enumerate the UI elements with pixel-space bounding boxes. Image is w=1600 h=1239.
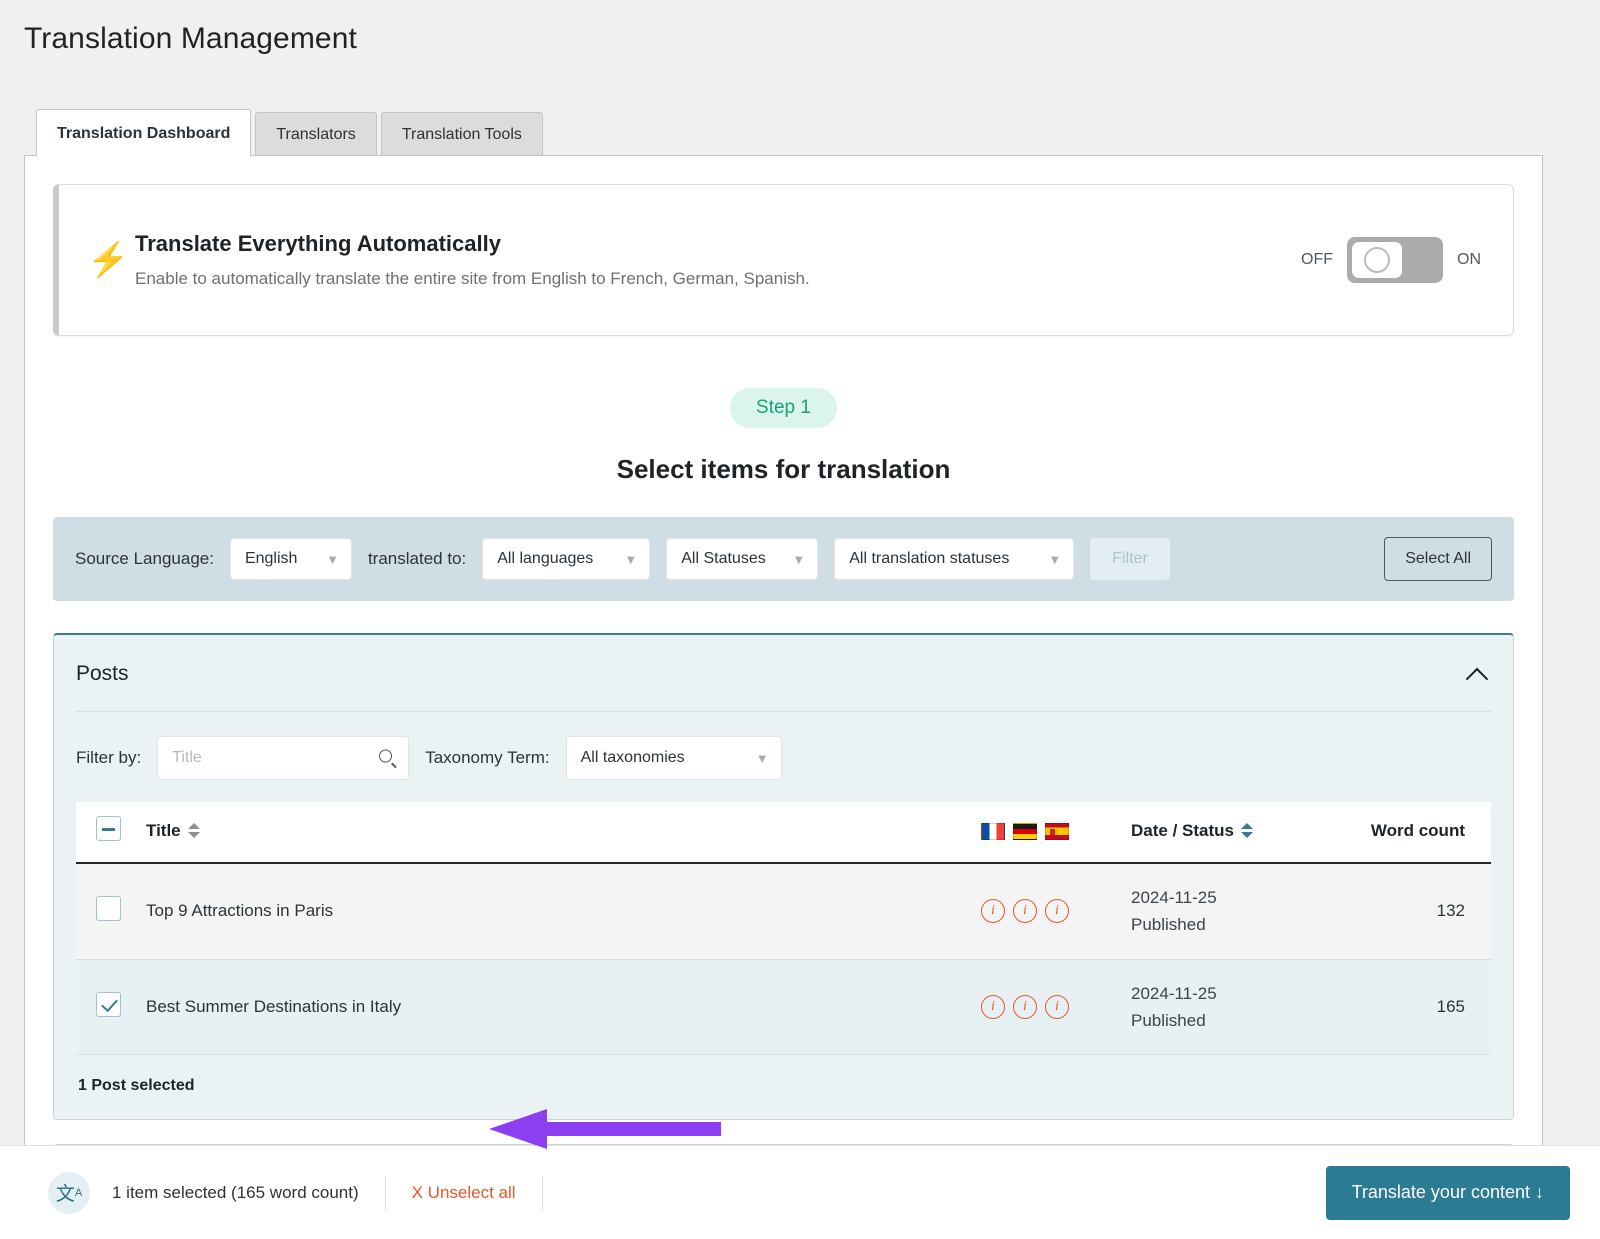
chevron-down-icon: ▼	[755, 750, 769, 766]
chevron-down-icon: ▼	[1048, 551, 1062, 567]
chevron-down-icon: ▼	[792, 551, 806, 567]
toggle-on-label: ON	[1457, 251, 1481, 269]
search-icon	[379, 749, 396, 767]
title-search-box[interactable]	[157, 736, 410, 781]
posts-table: Title Date / Status Word count Top 9 Att…	[76, 802, 1491, 1055]
table-row[interactable]: Top 9 Attractions in Paris i i i 2024-11…	[76, 863, 1491, 960]
table-header-row: Title Date / Status Word count	[76, 802, 1491, 865]
chevron-down-icon: ▼	[624, 551, 638, 567]
header-select-all-cell	[76, 802, 146, 865]
translate-icon: 文A	[48, 1171, 90, 1214]
row-checkbox-cell	[76, 863, 146, 960]
posts-panel-header: Posts	[76, 635, 1491, 713]
row-info-cell: i i i	[981, 863, 1131, 960]
header-word-count-cell: Word count	[1351, 802, 1491, 865]
info-icon[interactable]: i	[1045, 899, 1069, 924]
translation-info-icons: i i i	[981, 994, 1131, 1019]
languages-value: All languages	[497, 550, 594, 568]
sort-icon[interactable]	[187, 822, 200, 839]
languages-select[interactable]: All languages ▼	[482, 538, 651, 581]
statuses-value: All Statuses	[681, 550, 766, 568]
translate-everything-banner: ⚡ Translate Everything Automatically Ena…	[53, 184, 1514, 337]
step-badge: Step 1	[730, 388, 837, 429]
row-info-cell: i i i	[981, 959, 1131, 1055]
flag-es-icon	[1045, 822, 1069, 840]
header-flags-cell	[981, 802, 1131, 865]
sort-icon[interactable]	[1240, 822, 1253, 839]
row-checkbox[interactable]	[96, 896, 121, 922]
info-icon[interactable]: i	[1045, 994, 1069, 1019]
source-language-label: Source Language:	[75, 549, 214, 569]
filter-bar: Source Language: English ▼ translated to…	[53, 517, 1514, 602]
unselect-all-link[interactable]: X Unselect all	[386, 1175, 543, 1210]
selection-summary: 1 item selected (165 word count)	[90, 1175, 386, 1210]
row-date-status-cell: 2024-11-25 Published	[1131, 863, 1351, 960]
row-checkbox[interactable]	[96, 991, 121, 1017]
table-row[interactable]: Best Summer Destinations in Italy i i i …	[76, 959, 1491, 1055]
translate-your-content-button[interactable]: Translate your content ↓	[1325, 1165, 1570, 1220]
header-date-status-label: Date / Status	[1131, 821, 1234, 841]
row-date: 2024-11-25	[1131, 983, 1217, 1003]
row-status: Published	[1131, 1010, 1206, 1030]
source-language-value: English	[244, 550, 298, 568]
row-date-status-cell: 2024-11-25 Published	[1131, 959, 1351, 1055]
row-date: 2024-11-25	[1131, 888, 1217, 908]
language-flags	[981, 822, 1131, 840]
info-icon[interactable]: i	[981, 994, 1005, 1019]
bottom-action-bar: 文A 1 item selected (165 word count) X Un…	[0, 1145, 1600, 1239]
select-all-checkbox[interactable]	[96, 816, 121, 842]
statuses-select[interactable]: All Statuses ▼	[666, 538, 819, 581]
posts-panel-title: Posts	[76, 662, 129, 686]
flag-fr-icon	[981, 822, 1005, 840]
step-badge-row: Step 1	[53, 388, 1514, 429]
translation-info-icons: i i i	[981, 899, 1131, 924]
header-title-cell[interactable]: Title	[146, 802, 981, 865]
flag-de-icon	[1013, 822, 1037, 840]
posts-table-head: Title Date / Status Word count	[76, 802, 1491, 865]
taxonomy-select[interactable]: All taxonomies ▼	[565, 736, 782, 781]
translation-statuses-value: All translation statuses	[849, 550, 1010, 568]
source-language-select[interactable]: English ▼	[229, 538, 352, 581]
header-date-status-cell[interactable]: Date / Status	[1131, 802, 1351, 865]
posts-selected-count: 1 Post selected	[78, 1076, 195, 1094]
row-word-count: 165	[1351, 959, 1491, 1055]
filter-by-label: Filter by:	[76, 748, 142, 768]
row-title-cell: Best Summer Destinations in Italy	[146, 959, 981, 1055]
taxonomy-term-label: Taxonomy Term:	[425, 748, 550, 768]
auto-translate-toggle-group: OFF ON	[1301, 237, 1485, 284]
chevron-down-icon: ▼	[326, 551, 339, 567]
header-title-label: Title	[146, 821, 181, 841]
toggle-knob	[1352, 242, 1402, 279]
banner-title: Translate Everything Automatically	[135, 231, 501, 257]
info-icon[interactable]: i	[1013, 994, 1037, 1019]
page-title: Translation Management	[24, 22, 357, 55]
filter-button[interactable]: Filter	[1090, 538, 1170, 581]
banner-subtitle: Enable to automatically translate the en…	[135, 269, 810, 289]
main-content-panel: ⚡ Translate Everything Automatically Ena…	[24, 155, 1543, 1185]
tab-bar: Translation Dashboard Translators Transl…	[0, 108, 1600, 157]
translation-statuses-select[interactable]: All translation statuses ▼	[834, 538, 1075, 581]
row-status: Published	[1131, 915, 1206, 935]
posts-panel: Posts Filter by: Taxonomy Term: All taxo…	[53, 633, 1514, 1120]
auto-translate-toggle[interactable]	[1347, 237, 1443, 284]
translated-to-label: translated to:	[367, 549, 467, 569]
posts-filter-row: Filter by: Taxonomy Term: All taxonomies…	[76, 712, 1491, 802]
select-all-button[interactable]: Select All	[1384, 537, 1492, 582]
tab-translation-dashboard[interactable]: Translation Dashboard	[36, 109, 252, 157]
title-search-input[interactable]	[172, 749, 371, 768]
info-icon[interactable]: i	[981, 899, 1005, 924]
tab-translators[interactable]: Translators	[255, 112, 377, 156]
row-word-count: 132	[1351, 863, 1491, 960]
toggle-off-label: OFF	[1301, 251, 1333, 269]
tab-translation-tools[interactable]: Translation Tools	[380, 112, 543, 156]
step-heading: Select items for translation	[616, 454, 951, 485]
bolt-icon: ⚡	[87, 241, 130, 280]
posts-table-body: Top 9 Attractions in Paris i i i 2024-11…	[76, 863, 1491, 1055]
row-title-cell: Top 9 Attractions in Paris	[146, 863, 981, 960]
row-checkbox-cell	[76, 959, 146, 1055]
chevron-up-icon[interactable]	[1465, 661, 1491, 687]
info-icon[interactable]: i	[1013, 899, 1037, 924]
header-word-count-label: Word count	[1370, 821, 1465, 841]
taxonomy-value: All taxonomies	[580, 749, 685, 767]
